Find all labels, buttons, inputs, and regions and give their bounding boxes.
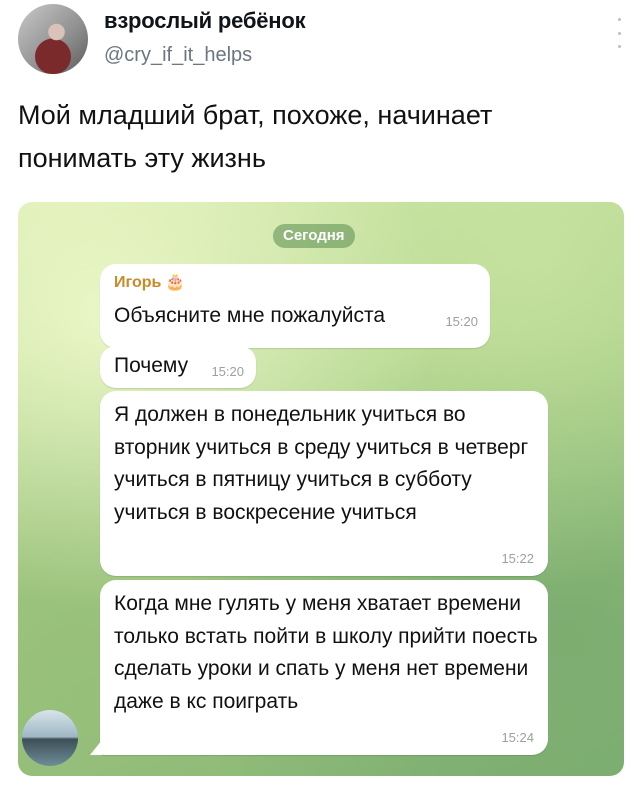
message-time: 15:22	[501, 551, 534, 566]
profile-avatar[interactable]	[18, 4, 88, 74]
user-handle[interactable]: @cry_if_it_helps	[104, 44, 252, 67]
tweet-text-line: Мой младший брат, похоже, начинает	[18, 100, 493, 130]
message-bubble: Почему 15:20	[100, 346, 256, 388]
cake-icon: 🎂	[165, 274, 186, 291]
tweet-text: Мой младший брат, похоже, начинает поним…	[18, 94, 618, 180]
sender-name: Игорь	[114, 274, 162, 291]
message-text: Когда мне гулять у меня хватает времени …	[114, 592, 538, 713]
message-bubble: Игорь 🎂 Объясните мне пожалуйста 15:20	[100, 264, 490, 348]
message-time: 15:20	[211, 364, 244, 379]
tweet-text-line: понимать эту жизнь	[18, 143, 266, 173]
message-bubble: Я должен в понедельник учиться во вторни…	[100, 391, 548, 576]
date-separator: Сегодня	[273, 224, 355, 248]
message-time: 15:20	[445, 314, 478, 329]
sender-row: Игорь 🎂	[114, 274, 476, 292]
message-text: Почему	[114, 354, 189, 377]
message-bubble: Когда мне гулять у меня хватает времени …	[100, 580, 548, 755]
message-text: Я должен в понедельник учиться во вторни…	[114, 403, 529, 524]
sender-avatar[interactable]	[22, 710, 78, 766]
message-text: Объясните мне пожалуйста	[114, 304, 386, 327]
message-time: 15:24	[501, 730, 534, 745]
bubble-tail	[90, 740, 102, 755]
display-name[interactable]: взрослый ребёнок	[104, 8, 306, 34]
chat-screenshot: Сегодня Игорь 🎂 Объясните мне пожалуйста…	[18, 202, 624, 776]
more-options-icon[interactable]	[616, 18, 622, 48]
